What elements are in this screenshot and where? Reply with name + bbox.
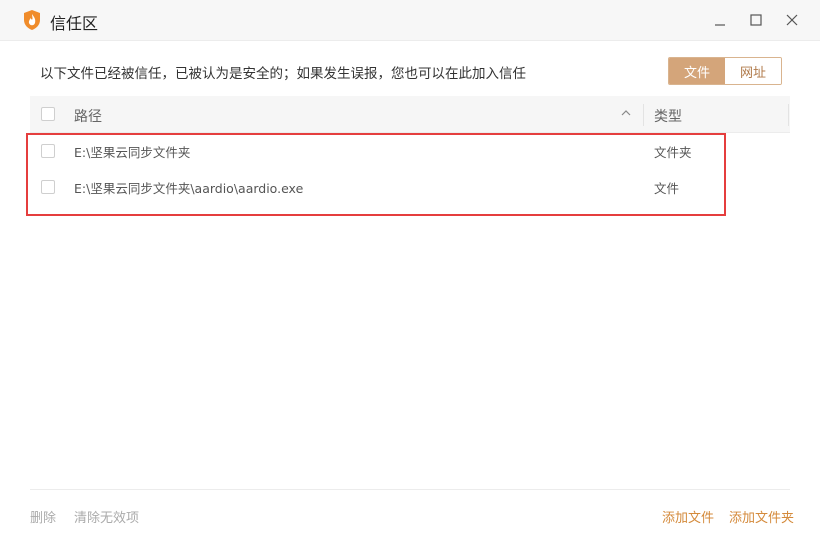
footer-divider [30, 489, 790, 490]
column-divider[interactable] [788, 104, 789, 126]
delete-button[interactable]: 删除 [30, 507, 56, 526]
title-bar: 信任区 [0, 0, 820, 41]
add-file-button[interactable]: 添加文件 [662, 507, 714, 526]
window-title: 信任区 [50, 14, 99, 33]
column-header-path[interactable]: 路径 [74, 106, 102, 126]
close-icon [786, 14, 798, 26]
shield-flame-icon [24, 10, 40, 30]
minimize-button[interactable] [706, 6, 734, 34]
select-all-checkbox[interactable] [41, 107, 55, 121]
sort-ascending-icon[interactable] [620, 107, 632, 119]
close-button[interactable] [778, 6, 806, 34]
table-header: 路径 类型 [30, 96, 790, 133]
clear-invalid-button[interactable]: 清除无效项 [74, 507, 139, 526]
tab-switcher: 文件 网址 [668, 57, 782, 85]
add-folder-button[interactable]: 添加文件夹 [729, 507, 794, 526]
highlight-box [26, 133, 726, 216]
minimize-icon [715, 24, 725, 26]
tab-urls[interactable]: 网址 [725, 58, 781, 84]
column-divider[interactable] [643, 104, 644, 126]
column-header-type[interactable]: 类型 [654, 106, 682, 126]
tab-files[interactable]: 文件 [669, 58, 725, 84]
maximize-button[interactable] [742, 6, 770, 34]
maximize-icon [750, 14, 762, 26]
description-text: 以下文件已经被信任，已被认为是安全的；如果发生误报，您也可以在此加入信任 [40, 66, 526, 82]
